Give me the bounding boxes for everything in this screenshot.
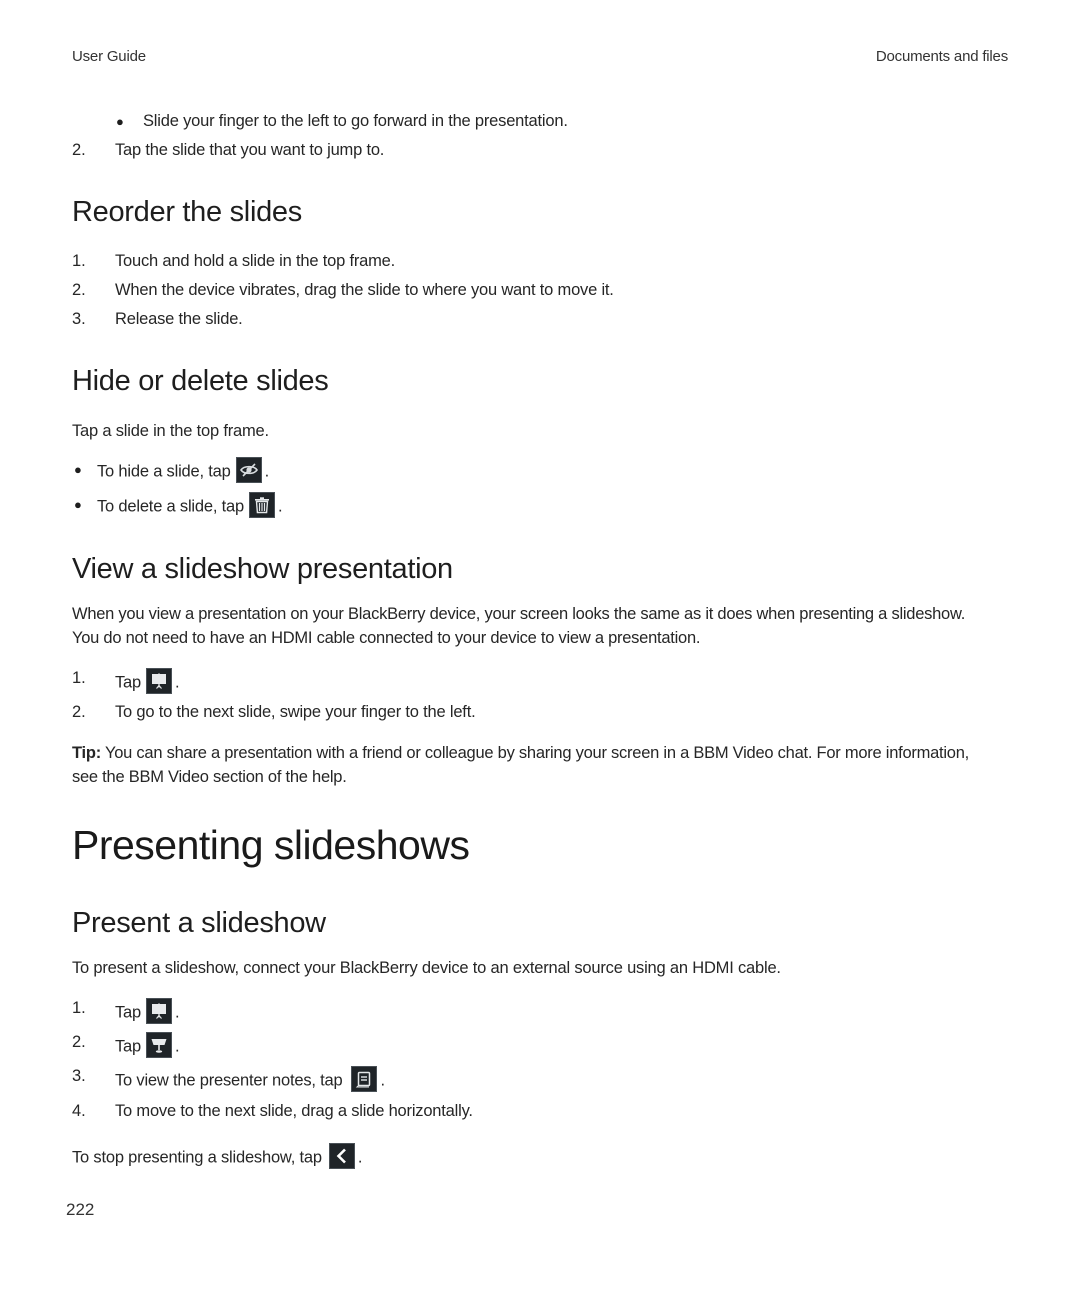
stop-presenting-suffix: . <box>357 1148 363 1167</box>
bullet-dot: ● <box>74 497 82 512</box>
present-podium-icon <box>147 1033 172 1057</box>
section-heading-reorder: Reorder the slides <box>72 196 302 228</box>
present-step-3: To view the presenter notes, tap . <box>115 1067 385 1093</box>
presentation-screen-icon <box>147 669 172 693</box>
section-heading-view-slideshow: View a slideshow presentation <box>72 553 453 585</box>
presenter-notes-icon <box>352 1067 377 1091</box>
present-step-2-suffix: . <box>175 1037 180 1056</box>
back-chevron-icon <box>329 1144 354 1168</box>
intro-bullet-text: Slide your finger to the left to go forw… <box>143 112 568 130</box>
section-heading-hide-delete: Hide or delete slides <box>72 365 329 397</box>
reorder-step-2: When the device vibrates, drag the slide… <box>115 281 614 299</box>
presentation-screen-icon <box>147 999 172 1023</box>
document-page: User Guide Documents and files ● Slide y… <box>0 0 1080 1296</box>
delete-slide-suffix: . <box>277 497 283 516</box>
running-header-left: User Guide <box>72 48 146 65</box>
delete-slide-text: To delete a slide, tap <box>97 497 244 516</box>
step-number: 1. <box>72 252 86 270</box>
page-number: 222 <box>66 1200 95 1219</box>
view-step-1-text: Tap <box>115 673 142 692</box>
step-number: 3. <box>72 310 86 328</box>
stop-presenting-text: To stop presenting a slideshow, tap <box>72 1148 322 1167</box>
hide-delete-intro: Tap a slide in the top frame. <box>72 422 269 440</box>
present-step-1: Tap . <box>115 999 180 1025</box>
present-step-2: Tap . <box>115 1033 180 1059</box>
delete-slide-item: To delete a slide, tap . <box>97 493 283 519</box>
step-number: 2. <box>72 281 86 299</box>
hide-eye-icon <box>236 458 261 482</box>
reorder-step-3: Release the slide. <box>115 310 243 328</box>
view-step-1: Tap . <box>115 669 180 695</box>
step-number: 2. <box>72 703 86 721</box>
bullet-dot: ● <box>74 462 82 477</box>
hide-slide-item: To hide a slide, tap . <box>97 458 270 484</box>
step-number: 2. <box>72 1033 86 1051</box>
tip-text: You can share a presentation with a frie… <box>72 744 969 786</box>
step-number: 4. <box>72 1102 86 1120</box>
reorder-step-1: Touch and hold a slide in the top frame. <box>115 252 396 270</box>
present-step-4: To move to the next slide, drag a slide … <box>115 1102 473 1120</box>
hide-slide-text: To hide a slide, tap <box>97 462 231 481</box>
intro-step-text: Tap the slide that you want to jump to. <box>115 141 385 159</box>
step-number: 1. <box>72 999 86 1017</box>
running-header-right: Documents and files <box>875 48 1008 65</box>
hide-slide-suffix: . <box>264 462 270 481</box>
tip-paragraph: Tip: You can share a presentation with a… <box>72 741 972 789</box>
present-step-1-text: Tap <box>115 1003 142 1022</box>
stop-presenting-line: To stop presenting a slideshow, tap . <box>72 1144 363 1170</box>
present-step-3-suffix: . <box>380 1071 385 1090</box>
view-step-1-suffix: . <box>175 673 180 692</box>
present-step-2-text: Tap <box>115 1037 142 1056</box>
section-heading-present-slideshow: Present a slideshow <box>72 907 326 939</box>
step-number: 1. <box>72 669 86 687</box>
view-step-2: To go to the next slide, swipe your fing… <box>115 703 476 721</box>
bullet-dot: ● <box>116 114 124 129</box>
present-step-3-text: To view the presenter notes, tap <box>115 1071 343 1090</box>
present-step-1-suffix: . <box>175 1003 180 1022</box>
tip-label: Tip: <box>72 744 101 762</box>
step-number: 3. <box>72 1067 86 1085</box>
present-intro: To present a slideshow, connect your Bla… <box>72 959 781 977</box>
trash-icon <box>249 493 274 517</box>
view-slideshow-paragraph: When you view a presentation on your Bla… <box>72 605 966 647</box>
step-number: 2. <box>72 141 86 159</box>
chapter-heading-presenting: Presenting slideshows <box>72 822 470 868</box>
